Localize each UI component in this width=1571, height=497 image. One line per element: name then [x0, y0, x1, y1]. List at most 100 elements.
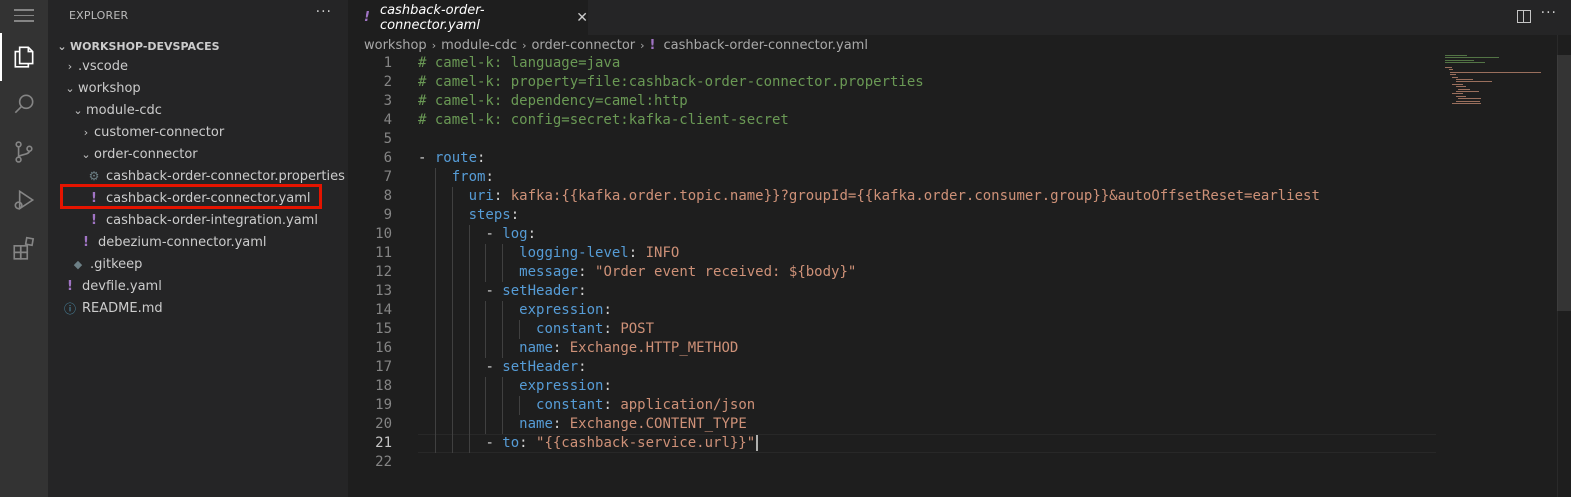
tree-item-label: order-connector: [94, 146, 198, 162]
code-line[interactable]: 17 - setHeader:: [348, 358, 1571, 377]
code-line[interactable]: 7 from:: [348, 168, 1571, 187]
breadcrumb-item[interactable]: order-connector: [531, 38, 635, 53]
indent-guide: [468, 396, 470, 415]
tree-item-vscode[interactable]: › .vscode: [48, 55, 362, 77]
indent-guide: [434, 244, 436, 263]
tree-item-workshop[interactable]: ⌄ workshop: [48, 77, 362, 99]
code-line[interactable]: 6 - route:: [348, 149, 1571, 168]
indent-guide: [451, 301, 453, 320]
extensions-icon[interactable]: [0, 224, 48, 272]
indent-guide: [451, 187, 453, 206]
info-icon: ⓘ: [63, 301, 76, 316]
code-text: constant: POST: [536, 321, 655, 337]
minimap-line: [1455, 86, 1466, 88]
code-line[interactable]: 12 message: "Order event received: ${bod…: [348, 263, 1571, 282]
minimap-line: [1455, 79, 1473, 80]
chevron-right-icon: ›: [431, 38, 437, 52]
indent-guide: [502, 244, 504, 263]
line-number: 1: [383, 55, 392, 71]
run-debug-icon[interactable]: [0, 176, 48, 224]
code-line[interactable]: 1 # camel-k: language=java: [348, 54, 1571, 73]
tab-cashback-order-connector[interactable]: ! cashback-order-connector.yaml ✕: [348, 0, 588, 35]
line-number: 22: [375, 454, 392, 470]
breadcrumb-item[interactable]: module-cdc: [441, 38, 517, 53]
menu-icon[interactable]: [14, 9, 34, 23]
yaml-file-icon: !: [364, 10, 370, 25]
indent-guide: [451, 434, 453, 453]
indent-guide: [434, 225, 436, 244]
code-editor[interactable]: 1 # camel-k: language=java 2 # camel-k: pro…: [348, 54, 1571, 497]
line-number: 9: [383, 207, 392, 223]
more-actions-icon[interactable]: ···: [316, 4, 332, 20]
indent-guide: [502, 263, 504, 282]
search-icon[interactable]: [0, 80, 48, 128]
code-line[interactable]: 4 # camel-k: config=secret:kafka-client-s…: [348, 111, 1571, 130]
tree-item-devfile[interactable]: ! devfile.yaml: [48, 275, 362, 297]
code-line[interactable]: 3 # camel-k: dependency=camel:http: [348, 92, 1571, 111]
tree-item-integration-yaml[interactable]: ! cashback-order-integration.yaml: [48, 209, 386, 231]
scrollbar-thumb[interactable]: [1557, 55, 1571, 311]
code-line[interactable]: 21 - to: "{{cashback-service.url}}": [348, 434, 1571, 453]
close-icon[interactable]: ✕: [576, 10, 588, 26]
tree-item-gitkeep[interactable]: ◆ .gitkeep: [48, 253, 370, 275]
indent-guide: [485, 244, 487, 263]
indent-guide: [468, 225, 470, 244]
more-actions-icon[interactable]: ···: [1541, 5, 1557, 21]
explorer-icon[interactable]: [0, 33, 48, 81]
code-line[interactable]: 18 expression:: [348, 377, 1571, 396]
indent-guide: [502, 415, 504, 434]
code-line[interactable]: 13 - setHeader:: [348, 282, 1571, 301]
indent-guide: [434, 415, 436, 434]
indent-guide: [485, 396, 487, 415]
explorer-sidebar: EXPLORER ··· ⌄ WORKSHOP-DEVSPACES › .vsc…: [48, 0, 348, 497]
source-control-icon[interactable]: [0, 128, 48, 176]
indent-guide: [485, 339, 487, 358]
code-line[interactable]: 8 uri: kafka:{{kafka.order.topic.name}}?…: [348, 187, 1571, 206]
code-line[interactable]: 5: [348, 130, 1571, 149]
indent-guide: [451, 206, 453, 225]
line-number: 18: [375, 378, 392, 394]
indent-guide: [451, 244, 453, 263]
indent-guide: [485, 415, 487, 434]
breadcrumb-item[interactable]: workshop: [364, 38, 427, 53]
breadcrumb-item[interactable]: cashback-order-connector.yaml: [663, 38, 867, 53]
indent-guide: [519, 396, 521, 415]
tree-item-readme[interactable]: ⓘ README.md: [48, 297, 362, 319]
line-number: 14: [375, 302, 392, 318]
line-number: 16: [375, 340, 392, 356]
minimap[interactable]: [1445, 55, 1555, 115]
code-text: message: "Order event received: ${body}": [519, 264, 857, 280]
code-text: # camel-k: property=file:cashback-order-…: [418, 74, 924, 90]
tree-item-debezium-yaml[interactable]: ! debezium-connector.yaml: [48, 231, 378, 253]
tree-item-label: .vscode: [78, 58, 128, 74]
minimap-line: [1445, 59, 1474, 61]
code-line[interactable]: 19 constant: application/json: [348, 396, 1571, 415]
indent-guide: [485, 263, 487, 282]
code-line[interactable]: 9 steps:: [348, 206, 1571, 225]
tree-item-label: cashback-order-integration.yaml: [106, 212, 318, 228]
code-line[interactable]: 11 logging-level: INFO: [348, 244, 1571, 263]
chevron-right-icon: ›: [83, 125, 89, 139]
code-line[interactable]: 16 name: Exchange.HTTP_METHOD: [348, 339, 1571, 358]
indent-guide: [451, 377, 453, 396]
code-line[interactable]: 15 constant: POST: [348, 320, 1571, 339]
tree-item-module-cdc[interactable]: ⌄ module-cdc: [48, 99, 370, 121]
split-editor-icon[interactable]: [1517, 10, 1531, 23]
minimap-line: [1455, 81, 1492, 83]
code-line[interactable]: 22: [348, 453, 1571, 472]
code-line[interactable]: 14 expression:: [348, 301, 1571, 320]
tree-item-order-connector[interactable]: ⌄ order-connector: [48, 143, 378, 165]
line-number: 4: [383, 112, 392, 128]
tree-item-customer-connector[interactable]: › customer-connector: [48, 121, 378, 143]
code-line[interactable]: 10 - log:: [348, 225, 1571, 244]
line-number: 7: [383, 169, 392, 185]
code-line[interactable]: 2 # camel-k: property=file:cashback-order…: [348, 73, 1571, 92]
code-text: - setHeader:: [485, 359, 587, 375]
code-line[interactable]: 20 name: Exchange.CONTENT_TYPE: [348, 415, 1571, 434]
indent-guide: [468, 377, 470, 396]
code-text: from:: [451, 169, 494, 185]
chevron-right-icon: ›: [522, 38, 527, 52]
chevron-down-icon: ⌄: [73, 103, 83, 117]
workspace-section-header[interactable]: ⌄ WORKSHOP-DEVSPACES: [54, 36, 219, 56]
code-text: steps:: [468, 207, 520, 223]
